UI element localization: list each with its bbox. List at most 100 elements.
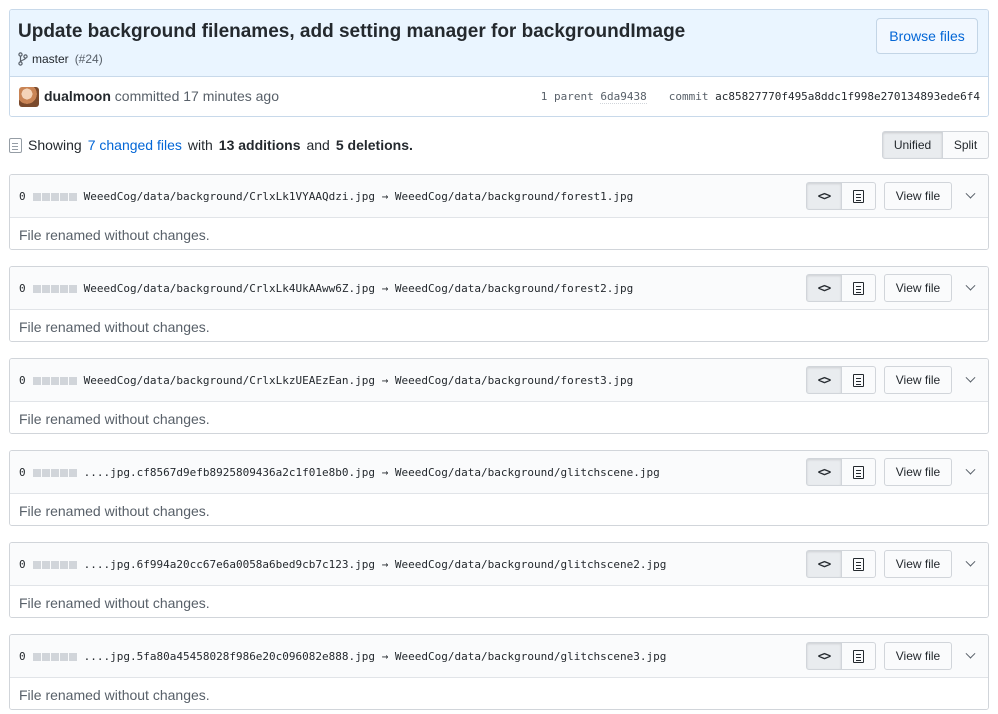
file-path[interactable]: ....jpg.5fa80a45458028f986e20c096082e888… — [84, 650, 667, 663]
file-actions: <> View file — [806, 458, 978, 486]
deletions-count: 5 deletions. — [335, 137, 413, 153]
file-path[interactable]: WeeedCog/data/background/CrlxLk1VYAAQdzi… — [84, 190, 634, 203]
diff-count: 0 — [19, 558, 26, 571]
file-body: File renamed without changes. — [10, 218, 988, 249]
rich-diff-button[interactable] — [842, 366, 876, 394]
file-diff: 0 ....jpg.cf8567d9efb8925809436a2c1f01e8… — [9, 450, 989, 526]
with-label: with — [187, 137, 213, 153]
split-button[interactable]: Split — [943, 131, 989, 159]
rename-message: File renamed without changes. — [19, 595, 210, 611]
diff-count: 0 — [19, 466, 26, 479]
display-toggle: <> — [806, 458, 876, 486]
file-path[interactable]: ....jpg.6f994a20cc67e6a0058a6bed9cb7c123… — [84, 558, 667, 571]
parent-label: 1 parent — [540, 90, 594, 103]
source-diff-button[interactable]: <> — [806, 458, 842, 486]
chevron-down-icon[interactable] — [962, 280, 978, 296]
file-path[interactable]: WeeedCog/data/background/CrlxLkzUEAEzEan… — [84, 374, 634, 387]
commit-header: Update background filenames, add setting… — [9, 9, 989, 117]
rich-diff-button[interactable] — [842, 550, 876, 578]
view-file-button[interactable]: View file — [884, 550, 952, 578]
diffstat-bar — [32, 284, 77, 293]
display-toggle: <> — [806, 182, 876, 210]
view-file-button[interactable]: View file — [884, 274, 952, 302]
file-header: 0 ....jpg.5fa80a45458028f986e20c096082e8… — [10, 635, 988, 678]
diff-summary-bar: Showing 7 changed files with 13 addition… — [9, 131, 989, 161]
file-header: 0 ....jpg.cf8567d9efb8925809436a2c1f01e8… — [10, 451, 988, 494]
rename-message: File renamed without changes. — [19, 411, 210, 427]
source-diff-button[interactable]: <> — [806, 274, 842, 302]
rich-diff-button[interactable] — [842, 458, 876, 486]
chevron-down-icon[interactable] — [962, 464, 978, 480]
rich-diff-button[interactable] — [842, 182, 876, 210]
commit-meta: dualmoon committed 17 minutes ago 1 pare… — [10, 77, 988, 116]
branch-icon — [18, 52, 28, 66]
file-actions: <> View file — [806, 550, 978, 578]
file-info: 0 ....jpg.cf8567d9efb8925809436a2c1f01e8… — [19, 466, 660, 479]
chevron-down-icon[interactable] — [962, 188, 978, 204]
view-file-button[interactable]: View file — [884, 642, 952, 670]
author-line: dualmoon committed 17 minutes ago — [44, 88, 279, 104]
browse-files-button[interactable]: Browse files — [876, 18, 978, 54]
code-icon: <> — [817, 281, 831, 295]
avatar[interactable] — [19, 87, 39, 107]
rename-message: File renamed without changes. — [19, 227, 210, 243]
file-body: File renamed without changes. — [10, 310, 988, 341]
diffstat-bar — [32, 192, 77, 201]
author-name[interactable]: dualmoon — [44, 88, 111, 104]
file-diff: 0 ....jpg.5fa80a45458028f986e20c096082e8… — [9, 634, 989, 710]
source-diff-button[interactable]: <> — [806, 642, 842, 670]
chevron-down-icon[interactable] — [962, 648, 978, 664]
code-icon: <> — [817, 649, 831, 663]
chevron-down-icon[interactable] — [962, 372, 978, 388]
view-file-button[interactable]: View file — [884, 182, 952, 210]
parent-sha-link[interactable]: 6da9438 — [600, 90, 647, 104]
code-icon: <> — [817, 465, 831, 479]
commit-title: Update background filenames, add setting… — [18, 21, 686, 42]
commit-title-area: Update background filenames, add setting… — [10, 10, 988, 77]
rename-message: File renamed without changes. — [19, 319, 210, 335]
file-info: 0 WeeedCog/data/background/CrlxLkzUEAEzE… — [19, 374, 633, 387]
display-toggle: <> — [806, 366, 876, 394]
diff-count: 0 — [19, 650, 26, 663]
diffstat-bar — [32, 468, 77, 477]
file-header: 0 WeeedCog/data/background/CrlxLk1VYAAQd… — [10, 175, 988, 218]
commit-info: commit ac85827770f495a8ddc1f998e27013489… — [669, 90, 980, 103]
unified-button[interactable]: Unified — [882, 131, 943, 159]
file-body: File renamed without changes. — [10, 494, 988, 525]
commit-sha: ac85827770f495a8ddc1f998e270134893ede6f4 — [715, 90, 980, 103]
chevron-down-icon[interactable] — [962, 556, 978, 572]
committed-time: committed 17 minutes ago — [114, 88, 279, 104]
display-toggle: <> — [806, 550, 876, 578]
diffstat-bar — [32, 560, 77, 569]
file-header: 0 WeeedCog/data/background/CrlxLk4UkAAww… — [10, 267, 988, 310]
file-actions: <> View file — [806, 642, 978, 670]
commit-label: commit — [668, 90, 709, 103]
commit-shas: 1 parent 6da9438 commit ac85827770f495a8… — [540, 90, 980, 104]
file-icon — [853, 281, 864, 295]
diffstat-bar — [32, 376, 77, 385]
source-diff-button[interactable]: <> — [806, 550, 842, 578]
branch-name[interactable]: master — [32, 52, 69, 66]
pull-request-ref[interactable]: (#24) — [75, 52, 103, 66]
display-toggle: <> — [806, 642, 876, 670]
file-info: 0 WeeedCog/data/background/CrlxLk1VYAAQd… — [19, 190, 633, 203]
file-diff: 0 ....jpg.6f994a20cc67e6a0058a6bed9cb7c1… — [9, 542, 989, 618]
source-diff-button[interactable]: <> — [806, 182, 842, 210]
file-path[interactable]: WeeedCog/data/background/CrlxLk4UkAAww6Z… — [84, 282, 634, 295]
rich-diff-button[interactable] — [842, 274, 876, 302]
file-path[interactable]: ....jpg.cf8567d9efb8925809436a2c1f01e8b0… — [84, 466, 660, 479]
file-icon — [853, 189, 864, 203]
source-diff-button[interactable]: <> — [806, 366, 842, 394]
file-header: 0 WeeedCog/data/background/CrlxLkzUEAEzE… — [10, 359, 988, 402]
view-file-button[interactable]: View file — [884, 458, 952, 486]
changed-files-link[interactable]: 7 changed files — [88, 137, 182, 153]
file-body: File renamed without changes. — [10, 678, 988, 709]
parent-info: 1 parent 6da9438 — [540, 90, 647, 104]
branch-info: master (#24) — [18, 52, 103, 66]
file-diff: 0 WeeedCog/data/background/CrlxLk1VYAAQd… — [9, 174, 989, 250]
and-label: and — [306, 137, 330, 153]
file-icon — [853, 557, 864, 571]
view-file-button[interactable]: View file — [884, 366, 952, 394]
rename-message: File renamed without changes. — [19, 687, 210, 703]
rich-diff-button[interactable] — [842, 642, 876, 670]
